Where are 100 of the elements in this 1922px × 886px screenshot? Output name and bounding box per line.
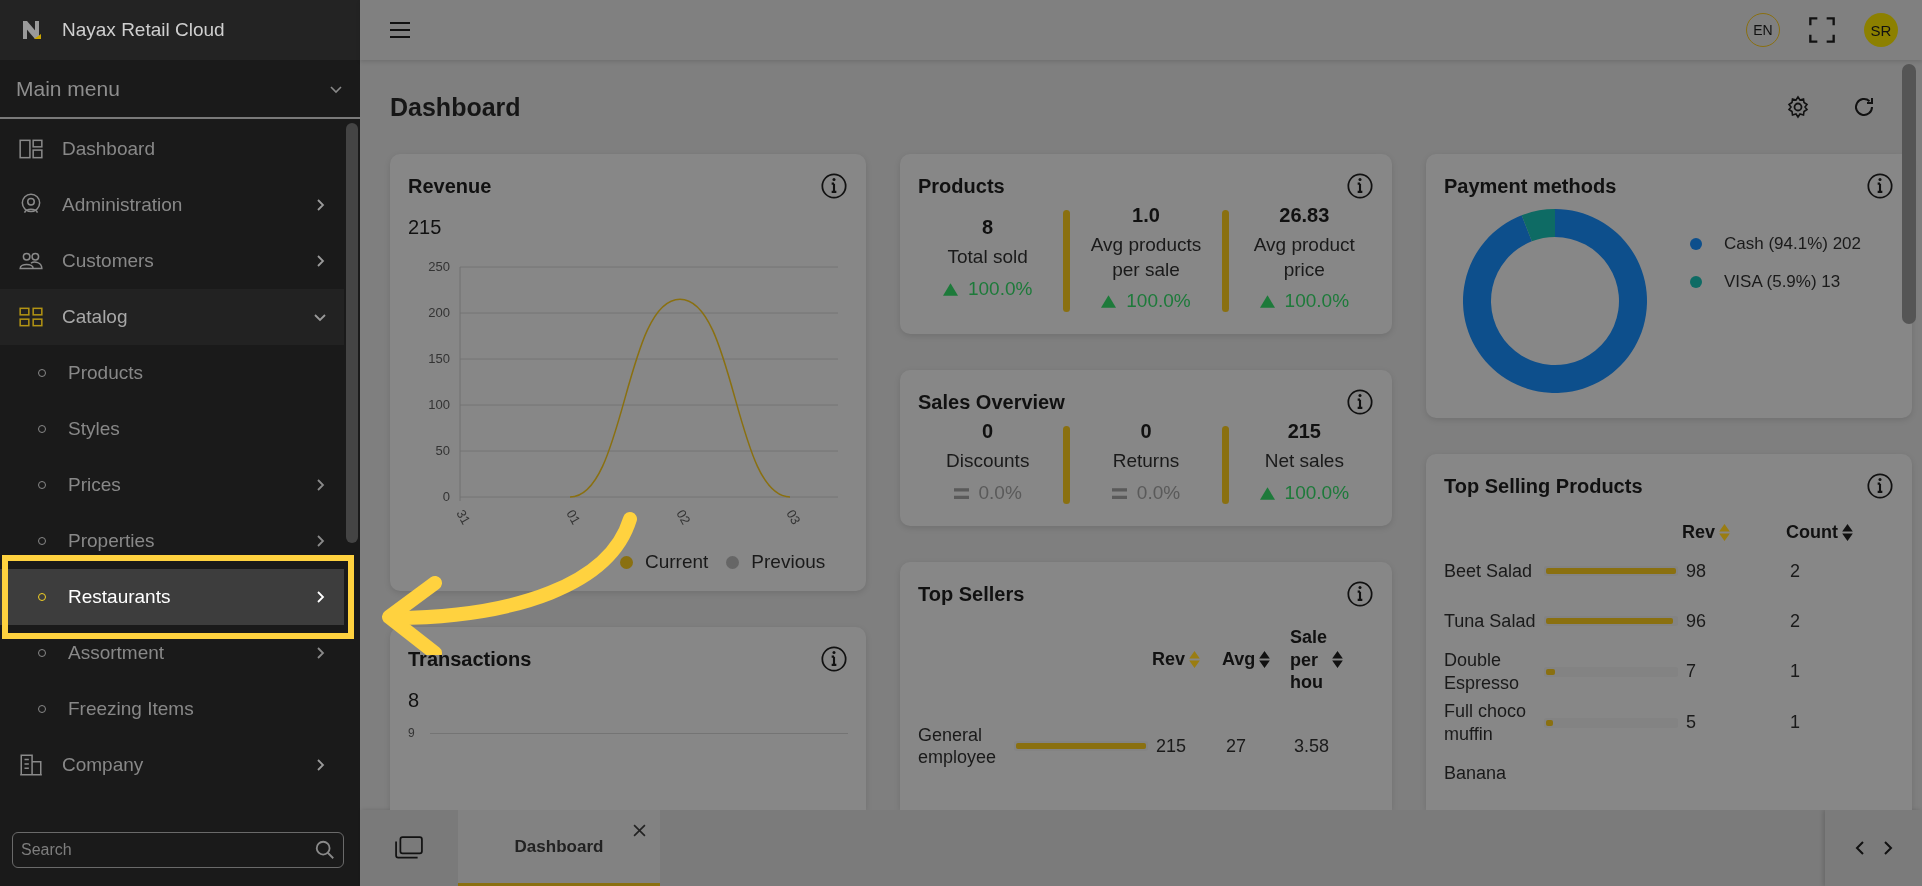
fullscreen-icon[interactable] — [1808, 16, 1836, 44]
card-title: Sales Overview — [918, 390, 1065, 414]
refresh-icon[interactable] — [1852, 95, 1876, 119]
sort-icon[interactable] — [1332, 651, 1343, 669]
card-title: Products — [918, 174, 1005, 198]
y-axis-label: 0 — [442, 489, 450, 504]
close-icon[interactable] — [633, 824, 646, 837]
building-icon — [18, 752, 44, 778]
y-axis-label: 250 — [428, 259, 450, 274]
scrollbar[interactable] — [346, 123, 358, 543]
app-title: Nayax Retail Cloud — [62, 19, 225, 41]
legend-label: VISA (5.9%) 13 — [1724, 272, 1841, 292]
table-cell-text: 96 — [1686, 610, 1708, 632]
x-axis-label: 01 — [563, 507, 584, 528]
card-title: Transactions — [408, 647, 532, 671]
equals-icon — [1111, 486, 1127, 500]
table-cell-text: 3.58 — [1294, 735, 1331, 757]
sidebar-subitem[interactable]: Products — [0, 345, 344, 401]
card-title: Payment methods — [1444, 174, 1617, 198]
info-icon[interactable] — [1866, 472, 1894, 500]
seller-name: General employee — [918, 723, 998, 769]
info-icon[interactable] — [1346, 388, 1374, 417]
legend-label: Cash (94.1%) 202 — [1724, 234, 1862, 254]
chevron-left-icon[interactable] — [1853, 839, 1866, 857]
product-name: Double Espresso — [1444, 649, 1521, 694]
metric-label: Total sold — [947, 245, 1028, 270]
x-axis-label: 02 — [673, 507, 694, 528]
sidebar-subitem[interactable]: Properties — [0, 513, 344, 569]
settings-icon[interactable] — [1786, 95, 1810, 119]
table-cell-text: 2 — [1790, 560, 1801, 582]
sidebar-item[interactable]: Catalog — [0, 289, 344, 345]
product-name: Tuna Salad — [1444, 609, 1537, 633]
sidebar-item[interactable]: Dashboard — [0, 121, 344, 177]
card-title: Top Selling Products — [1444, 474, 1643, 498]
metric-value: 26.83 — [1279, 204, 1330, 227]
scrollbar[interactable] — [1902, 64, 1916, 324]
table-cell-text: 215 — [1156, 735, 1188, 757]
metric-change: 100.0% — [1284, 482, 1350, 505]
up-triangle-icon — [1259, 294, 1275, 308]
info-icon[interactable] — [1346, 580, 1374, 609]
sidebar-subitem[interactable]: Assortment — [0, 625, 344, 681]
page-tab[interactable]: Dashboard — [458, 810, 660, 886]
tabs-button[interactable] — [360, 810, 458, 886]
sidebar-subitem[interactable]: Freezing Items — [0, 681, 344, 737]
info-icon[interactable] — [820, 172, 848, 200]
metric-value: 1.0 — [1132, 204, 1160, 227]
up-triangle-icon — [1259, 486, 1275, 500]
sort-icon[interactable] — [1259, 651, 1271, 669]
sidebar-subitem[interactable]: Prices — [0, 457, 344, 513]
chevron-right-icon[interactable] — [1881, 839, 1894, 857]
table-cell-text: 1 — [1790, 712, 1801, 733]
y-axis-label: 100 — [428, 397, 450, 412]
info-icon[interactable] — [820, 645, 848, 673]
metric-label: Avg product price — [1252, 233, 1356, 282]
legend-label[interactable]: Previous — [751, 551, 826, 573]
metric-label: Returns — [1112, 449, 1180, 474]
sort-icon[interactable] — [1842, 524, 1853, 541]
table-cell-text: 2 — [1790, 610, 1801, 632]
legend-label[interactable]: Current — [645, 551, 709, 573]
metric-label: Avg products per sale — [1089, 233, 1203, 282]
metric-label: Net sales — [1264, 449, 1344, 474]
sidebar-subitem[interactable]: Styles — [0, 401, 344, 457]
info-icon[interactable] — [1346, 172, 1374, 200]
up-triangle-icon — [1101, 294, 1117, 308]
card-title: Top Sellers — [918, 582, 1025, 606]
y-axis-label: 50 — [435, 443, 450, 458]
metric-value: 0 — [982, 420, 994, 444]
sidebar-item[interactable]: Administration — [0, 177, 344, 233]
sidebar-item[interactable]: Company — [0, 737, 344, 793]
metric-value: 8 — [982, 216, 994, 240]
card-title: Revenue — [408, 174, 492, 198]
page-title: Dashboard — [390, 92, 521, 122]
column-header[interactable]: Rev — [1682, 522, 1716, 543]
metric-change: 100.0% — [1284, 290, 1350, 313]
x-axis-label: 03 — [783, 507, 804, 528]
revenue-total: 215 — [408, 216, 443, 239]
y-axis-label: 200 — [428, 305, 450, 320]
column-header[interactable]: Count — [1786, 522, 1838, 543]
user-avatar[interactable]: SR — [1864, 13, 1898, 47]
table-cell-text: 27 — [1226, 735, 1248, 757]
info-icon[interactable] — [1866, 172, 1894, 200]
metric-value: 0 — [1140, 420, 1152, 444]
table-cell-text: 7 — [1686, 661, 1697, 682]
y-axis-label: 9 — [408, 726, 416, 740]
table-cell-text: 98 — [1686, 560, 1708, 582]
metric-change: 100.0% — [967, 278, 1033, 301]
metric-change: 100.0% — [1126, 290, 1191, 313]
product-name: Beet Salad — [1444, 559, 1534, 583]
product-name: Full choco muffin — [1444, 700, 1528, 745]
logo-icon — [20, 18, 44, 42]
sidebar-subitem[interactable]: Restaurants — [0, 569, 344, 625]
metric-value: 215 — [1287, 420, 1321, 444]
search-icon — [314, 839, 336, 861]
column-header[interactable]: Avg — [1222, 649, 1256, 671]
table-cell-text: 1 — [1790, 661, 1801, 682]
column-header[interactable]: Sale per hou — [1290, 626, 1328, 694]
windows-icon — [395, 836, 423, 860]
search-field[interactable]: Search — [12, 832, 344, 868]
column-header[interactable]: Rev — [1152, 649, 1186, 671]
sidebar-item[interactable]: Customers — [0, 233, 344, 289]
